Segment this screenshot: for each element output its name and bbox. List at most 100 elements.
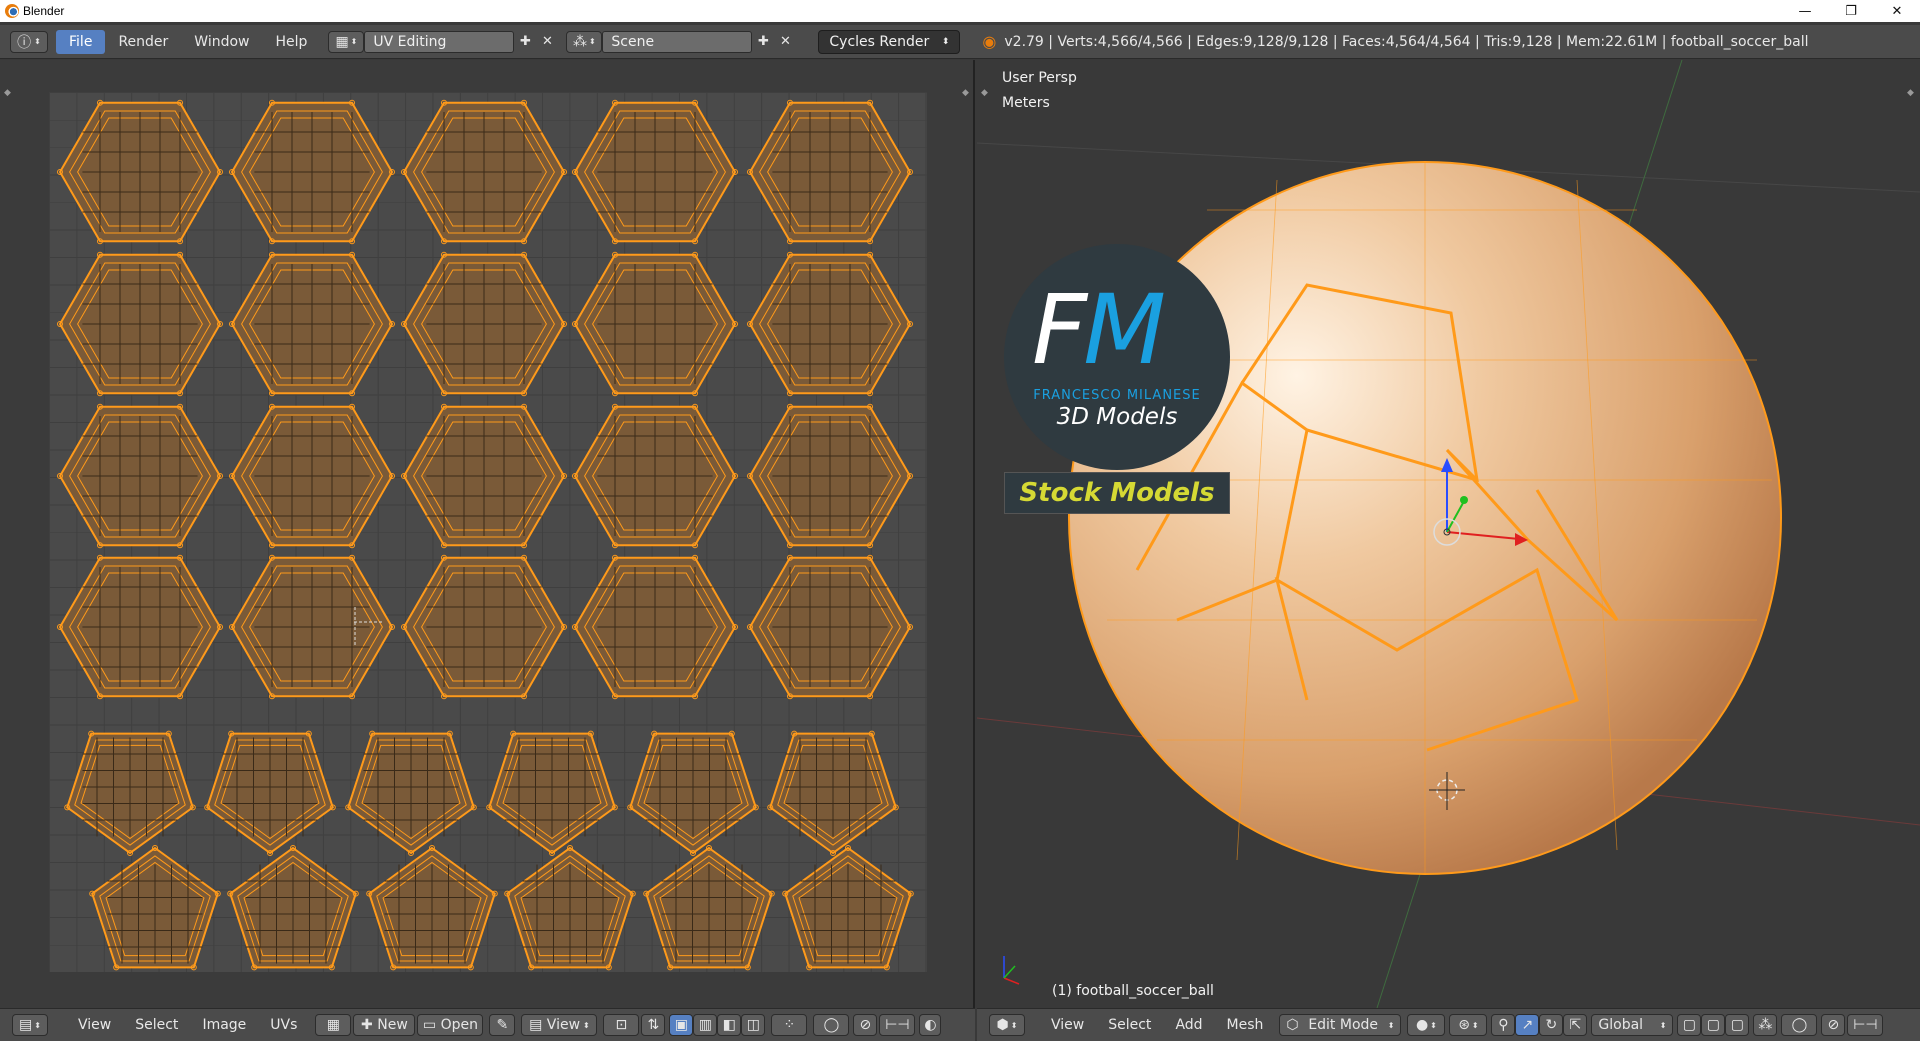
snap-element-3d-button[interactable]: ⊢⊣ <box>1847 1014 1884 1036</box>
scale-manipulator-icon[interactable]: ⇱ <box>1563 1014 1588 1036</box>
uv-island-hexagon[interactable] <box>572 403 738 549</box>
proportional-edit-button[interactable]: ◯ <box>813 1014 850 1036</box>
uv-island-hexagon[interactable] <box>572 251 738 397</box>
pivot-center-button[interactable]: ⊛ ⬍ <box>1449 1014 1488 1036</box>
pivot-point-button[interactable]: ⊡ <box>603 1014 640 1036</box>
uv-island-pentagon[interactable] <box>64 730 196 856</box>
rotate-manipulator-icon[interactable]: ↻ <box>1539 1014 1564 1036</box>
uv-islands[interactable] <box>49 92 927 972</box>
editor-type-3d-button[interactable]: ⬢ ⬍ <box>989 1014 1025 1036</box>
uv-menu-select[interactable]: Select <box>123 1013 190 1037</box>
uv-island-hexagon[interactable] <box>57 403 223 549</box>
editor-type-info-button[interactable]: ⓘ ⬍ <box>10 30 48 53</box>
3d-viewport[interactable]: User Persp Meters (1) football_soccer_ba… <box>977 60 1920 1008</box>
active-object-label: (1) football_soccer_ball <box>1052 983 1214 999</box>
uv-island-hexagon[interactable] <box>57 554 223 700</box>
render-engine-dropdown[interactable]: Cycles Render ⬍ <box>818 29 961 54</box>
panel-toggle-left-icon[interactable]: ◆ <box>981 88 988 98</box>
uv-island-hexagon[interactable] <box>401 403 567 549</box>
uv-island-pentagon[interactable] <box>643 845 775 971</box>
snap-toggle-icon[interactable]: ⊘ <box>853 1014 878 1036</box>
uv-island-hexagon[interactable] <box>229 554 395 700</box>
uv-island-hexagon[interactable] <box>57 251 223 397</box>
uv-island-pentagon[interactable] <box>204 730 336 856</box>
snap-3d-icon[interactable]: ⊘ <box>1821 1014 1846 1036</box>
panel-toggle-right-icon[interactable]: ◆ <box>1907 88 1914 98</box>
uv-island-pentagon[interactable] <box>486 730 618 856</box>
uv-island-hexagon[interactable] <box>229 99 395 245</box>
add-scene-icon[interactable]: ✚ <box>752 31 774 53</box>
view-mode-icon: ▤ <box>529 1017 547 1033</box>
menu-render[interactable]: Render <box>105 30 181 54</box>
layout-selector-button[interactable]: ▦ ⬍ <box>328 30 365 53</box>
transform-orientation-dropdown[interactable]: Global ⬍ <box>1591 1014 1674 1036</box>
layer-2-icon[interactable]: ▢ <box>1701 1014 1726 1036</box>
select-face-mode-icon[interactable]: ◧ <box>717 1014 742 1036</box>
scene-name-field[interactable]: Scene <box>602 30 753 53</box>
interaction-mode-dropdown[interactable]: ⬡ Edit Mode ⬍ <box>1279 1014 1402 1036</box>
snap-element-button[interactable]: ⊢⊣ <box>879 1014 916 1036</box>
close-window-button[interactable]: ✕ <box>1874 0 1920 22</box>
uv-island-hexagon[interactable] <box>229 251 395 397</box>
remove-scene-icon[interactable]: ✕ <box>774 31 796 53</box>
uv-island-hexagon[interactable] <box>572 554 738 700</box>
sync-selection-icon[interactable]: ⇅ <box>641 1014 666 1036</box>
uv-island-pentagon[interactable] <box>366 845 498 971</box>
uv-extra-icon[interactable]: ◐ <box>919 1014 942 1036</box>
uv-island-hexagon[interactable] <box>401 251 567 397</box>
layout-name-field[interactable]: UV Editing <box>364 30 515 53</box>
panel-toggle-right-icon[interactable]: ◆ <box>962 88 969 98</box>
layer-icon[interactable]: ▢ <box>1677 1014 1702 1036</box>
uv-menu-uvs[interactable]: UVs <box>258 1013 309 1037</box>
select-island-mode-icon[interactable]: ◫ <box>741 1014 766 1036</box>
pin-icon[interactable]: ✎ <box>489 1014 516 1036</box>
manipulator-toggle-icon[interactable]: ⚲ <box>1491 1014 1516 1036</box>
panel-toggle-left-icon[interactable]: ◆ <box>4 88 11 98</box>
3d-menu-view[interactable]: View <box>1039 1013 1096 1037</box>
proportional-edit-3d-button[interactable]: ◯ <box>1781 1014 1818 1036</box>
open-image-button[interactable]: ▭ Open <box>417 1014 484 1036</box>
uv-island-pentagon[interactable] <box>345 730 477 856</box>
uv-island-hexagon[interactable] <box>747 99 913 245</box>
minimize-button[interactable]: — <box>1782 0 1828 22</box>
uv-island-hexagon[interactable] <box>747 403 913 549</box>
layer-3-icon[interactable]: ▢ <box>1725 1014 1750 1036</box>
uv-island-pentagon[interactable] <box>627 730 759 856</box>
uv-island-hexagon[interactable] <box>57 99 223 245</box>
add-layout-icon[interactable]: ✚ <box>514 31 536 53</box>
uv-image-editor[interactable]: ◆ ◆ <box>0 60 975 1008</box>
sticky-selection-button[interactable]: ⁘ <box>771 1014 808 1036</box>
viewport-shading-button[interactable]: ● ⬍ <box>1407 1014 1446 1036</box>
menu-file[interactable]: File <box>56 29 106 54</box>
3d-menu-mesh[interactable]: Mesh <box>1215 1013 1276 1037</box>
view-mode-dropdown[interactable]: ▤ View ⬍ <box>521 1014 598 1036</box>
scene-selector-button[interactable]: ⁂ ⬍ <box>566 30 603 53</box>
uv-menu-view[interactable]: View <box>66 1013 123 1037</box>
select-edge-mode-icon[interactable]: ▥ <box>693 1014 718 1036</box>
uv-island-pentagon[interactable] <box>782 845 914 971</box>
menu-window[interactable]: Window <box>181 30 262 54</box>
uv-island-hexagon[interactable] <box>401 554 567 700</box>
uv-island-pentagon[interactable] <box>767 730 899 856</box>
translate-manipulator-icon[interactable]: ↗ <box>1515 1014 1540 1036</box>
uv-island-hexagon[interactable] <box>747 554 913 700</box>
uv-island-hexagon[interactable] <box>229 403 395 549</box>
units-label: Meters <box>1002 95 1050 111</box>
new-image-button[interactable]: ✚ New <box>353 1014 416 1036</box>
uv-island-hexagon[interactable] <box>747 251 913 397</box>
editor-type-uv-button[interactable]: ▤ ⬍ <box>12 1014 48 1036</box>
restore-button[interactable]: ❐ <box>1828 0 1874 22</box>
select-vertex-mode-icon[interactable]: ▣ <box>669 1014 694 1036</box>
uv-island-hexagon[interactable] <box>572 99 738 245</box>
uv-island-pentagon[interactable] <box>227 845 359 971</box>
3d-menu-add[interactable]: Add <box>1163 1013 1214 1037</box>
remove-layout-icon[interactable]: ✕ <box>536 31 558 53</box>
3d-menu-select[interactable]: Select <box>1096 1013 1163 1037</box>
occlude-geometry-icon[interactable]: ⁂ <box>1753 1014 1778 1036</box>
uv-island-hexagon[interactable] <box>401 99 567 245</box>
menu-help[interactable]: Help <box>262 30 320 54</box>
uv-menu-image[interactable]: Image <box>190 1013 258 1037</box>
uv-island-pentagon[interactable] <box>504 845 636 971</box>
uv-island-pentagon[interactable] <box>89 845 221 971</box>
image-browse-button[interactable]: ▦ <box>315 1014 352 1036</box>
